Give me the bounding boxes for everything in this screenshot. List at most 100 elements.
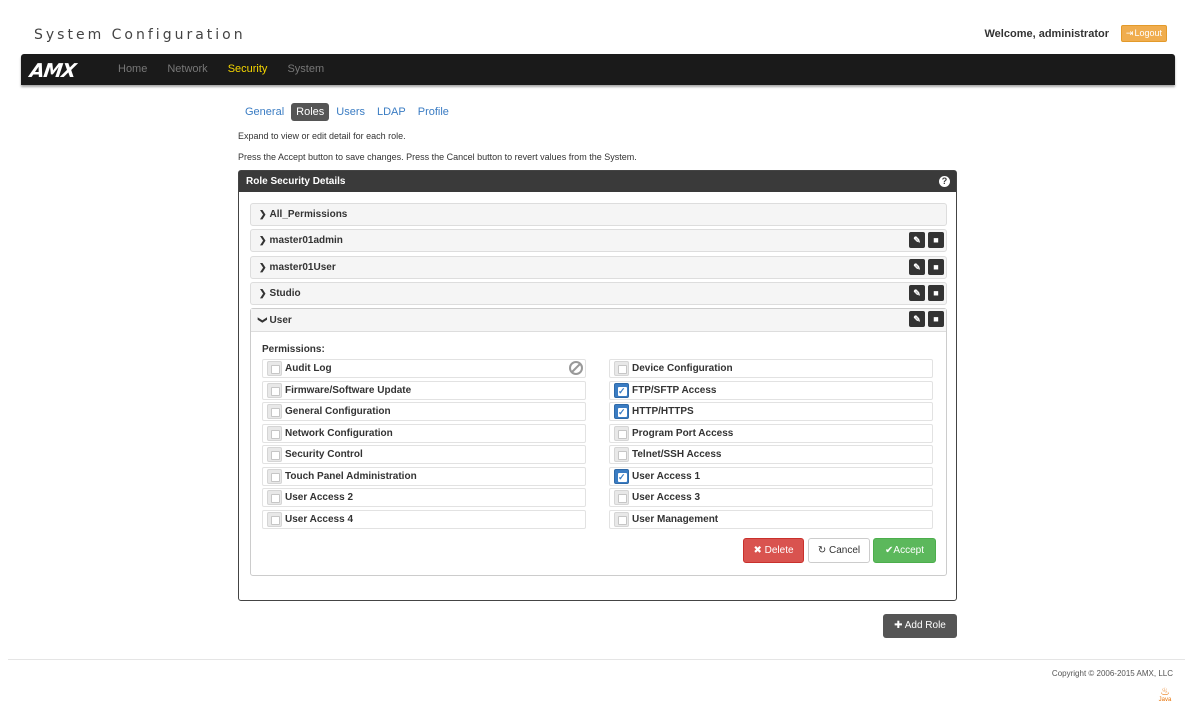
nav-menu: Home Network Security System	[108, 54, 334, 85]
permission-item: Program Port Access	[609, 423, 933, 443]
close-icon: ✖	[753, 545, 765, 556]
permission-item: User Access 4	[262, 509, 586, 529]
permission-label: Audit Log	[285, 363, 332, 374]
permission-item: Security Control	[262, 445, 586, 464]
role-row-user[interactable]: ❯ User ✎ ■	[251, 309, 946, 332]
nav-item-home[interactable]: Home	[108, 54, 157, 85]
nav-item-system[interactable]: System	[277, 54, 334, 85]
accept-label: Accept	[893, 545, 924, 556]
role-row-master01user[interactable]: ❯ master01User ✎ ■	[250, 256, 947, 279]
delete-button[interactable]: ✖ Delete	[743, 538, 804, 563]
nav-item-security[interactable]: Security	[218, 54, 278, 85]
permission-item: HTTP/HTTPS	[609, 402, 933, 421]
app-title: System Configuration	[34, 27, 246, 43]
permission-checkbox[interactable]	[267, 447, 282, 462]
permission-label: FTP/SFTP Access	[632, 384, 717, 396]
permission-checkbox[interactable]	[267, 425, 282, 441]
help-icon[interactable]: ?	[939, 176, 950, 187]
java-label: Java	[1158, 697, 1172, 703]
delete-label: Delete	[764, 545, 794, 556]
permission-label: Touch Panel Administration	[285, 470, 417, 482]
refresh-icon: ↻	[817, 545, 830, 556]
permission-checkbox[interactable]	[614, 425, 629, 441]
permission-item: Audit Log	[262, 359, 586, 378]
permission-checkbox[interactable]	[614, 490, 629, 505]
cancel-label: Cancel	[829, 545, 861, 556]
edit-icon[interactable]: ✎	[909, 259, 925, 275]
nav-item-network[interactable]: Network	[157, 54, 217, 85]
ban-icon	[569, 361, 583, 375]
permission-item: User Access 2	[262, 488, 586, 507]
chevron-right-icon: ❯	[259, 288, 267, 298]
tab-users[interactable]: Users	[331, 103, 370, 121]
permission-label: Device Configuration	[632, 363, 733, 374]
role-row-master01admin[interactable]: ❯ master01admin ✎ ■	[250, 229, 947, 252]
permission-item: User Access 1	[609, 466, 933, 486]
role-row-all-permissions[interactable]: ❯ All_Permissions	[250, 203, 947, 226]
plus-icon: ✚	[894, 620, 905, 631]
permissions-label: Permissions:	[262, 344, 325, 355]
logout-label: Logout	[1134, 28, 1162, 38]
permission-label: User Access 2	[285, 492, 354, 503]
role-actions: ✎ ■	[906, 285, 944, 301]
permission-item: Firmware/Software Update	[262, 380, 586, 400]
permission-checkbox[interactable]	[267, 404, 282, 419]
permission-label: Security Control	[285, 449, 363, 460]
permission-item: Device Configuration	[609, 359, 933, 378]
role-name: All_Permissions	[269, 209, 348, 220]
permission-checkbox[interactable]	[614, 361, 629, 376]
permission-checkbox[interactable]	[614, 511, 629, 527]
permission-checkbox[interactable]	[614, 447, 629, 462]
permission-item: User Access 3	[609, 488, 933, 507]
permission-checkbox[interactable]	[267, 511, 282, 527]
permission-item: FTP/SFTP Access	[609, 380, 933, 400]
amx-logo: AMX	[28, 60, 77, 82]
add-role-button[interactable]: ✚ Add Role	[883, 614, 957, 638]
chevron-right-icon: ❯	[259, 235, 267, 245]
logout-button[interactable]: ⇥Logout	[1120, 25, 1167, 42]
role-name: master01User	[269, 262, 336, 273]
help-text-expand: Expand to view or edit detail for each r…	[238, 131, 406, 141]
permission-item: Network Configuration	[262, 423, 586, 443]
chevron-right-icon: ❯	[259, 262, 267, 272]
edit-icon[interactable]: ✎	[909, 232, 925, 248]
edit-icon[interactable]: ✎	[909, 311, 925, 327]
permission-checkbox[interactable]	[267, 382, 282, 398]
tab-general[interactable]: General	[240, 103, 289, 121]
lock-icon[interactable]: ■	[928, 285, 944, 301]
edit-icon[interactable]: ✎	[909, 285, 925, 301]
tab-roles[interactable]: Roles	[291, 103, 330, 121]
permission-checkbox[interactable]	[267, 468, 282, 484]
role-name: Studio	[269, 288, 301, 299]
lock-icon[interactable]: ■	[928, 259, 944, 275]
tab-ldap[interactable]: LDAP	[372, 103, 411, 121]
java-icon: ♨ Java	[1158, 686, 1172, 704]
permission-checkbox[interactable]	[614, 382, 629, 400]
chevron-right-icon: ❯	[259, 209, 267, 219]
footer-divider	[8, 659, 1185, 660]
permission-item: Telnet/SSH Access	[609, 445, 933, 464]
permission-item: User Management	[609, 509, 933, 529]
welcome-text: Welcome, administrator	[984, 28, 1110, 40]
role-row-studio[interactable]: ❯ Studio ✎ ■	[250, 282, 947, 305]
permission-label: User Access 1	[632, 470, 701, 482]
permission-checkbox[interactable]	[267, 490, 282, 505]
accept-button[interactable]: ✔Accept	[873, 538, 936, 563]
permission-checkbox[interactable]	[614, 468, 629, 486]
lock-icon[interactable]: ■	[928, 311, 944, 327]
permission-label: Telnet/SSH Access	[632, 449, 722, 460]
permission-label: User Access 4	[285, 513, 354, 525]
cancel-button[interactable]: ↻ Cancel	[808, 538, 870, 563]
permission-label: Firmware/Software Update	[285, 384, 412, 396]
role-expanded-user: ❯ User ✎ ■ Permissions: Audit Log Device C…	[250, 308, 947, 576]
lock-icon[interactable]: ■	[928, 232, 944, 248]
permission-checkbox[interactable]	[267, 361, 282, 376]
permission-label: Program Port Access	[632, 427, 734, 439]
role-security-panel: Role Security Details ? ❯ All_Permissions…	[238, 170, 957, 601]
permission-checkbox[interactable]	[614, 404, 629, 421]
security-subtabs: General Roles Users LDAP Profile	[240, 103, 456, 121]
chevron-down-icon: ❯	[257, 316, 268, 324]
help-text-accept: Press the Accept button to save changes.…	[238, 152, 637, 162]
role-actions: ✎ ■	[906, 259, 944, 275]
tab-profile[interactable]: Profile	[413, 103, 454, 121]
